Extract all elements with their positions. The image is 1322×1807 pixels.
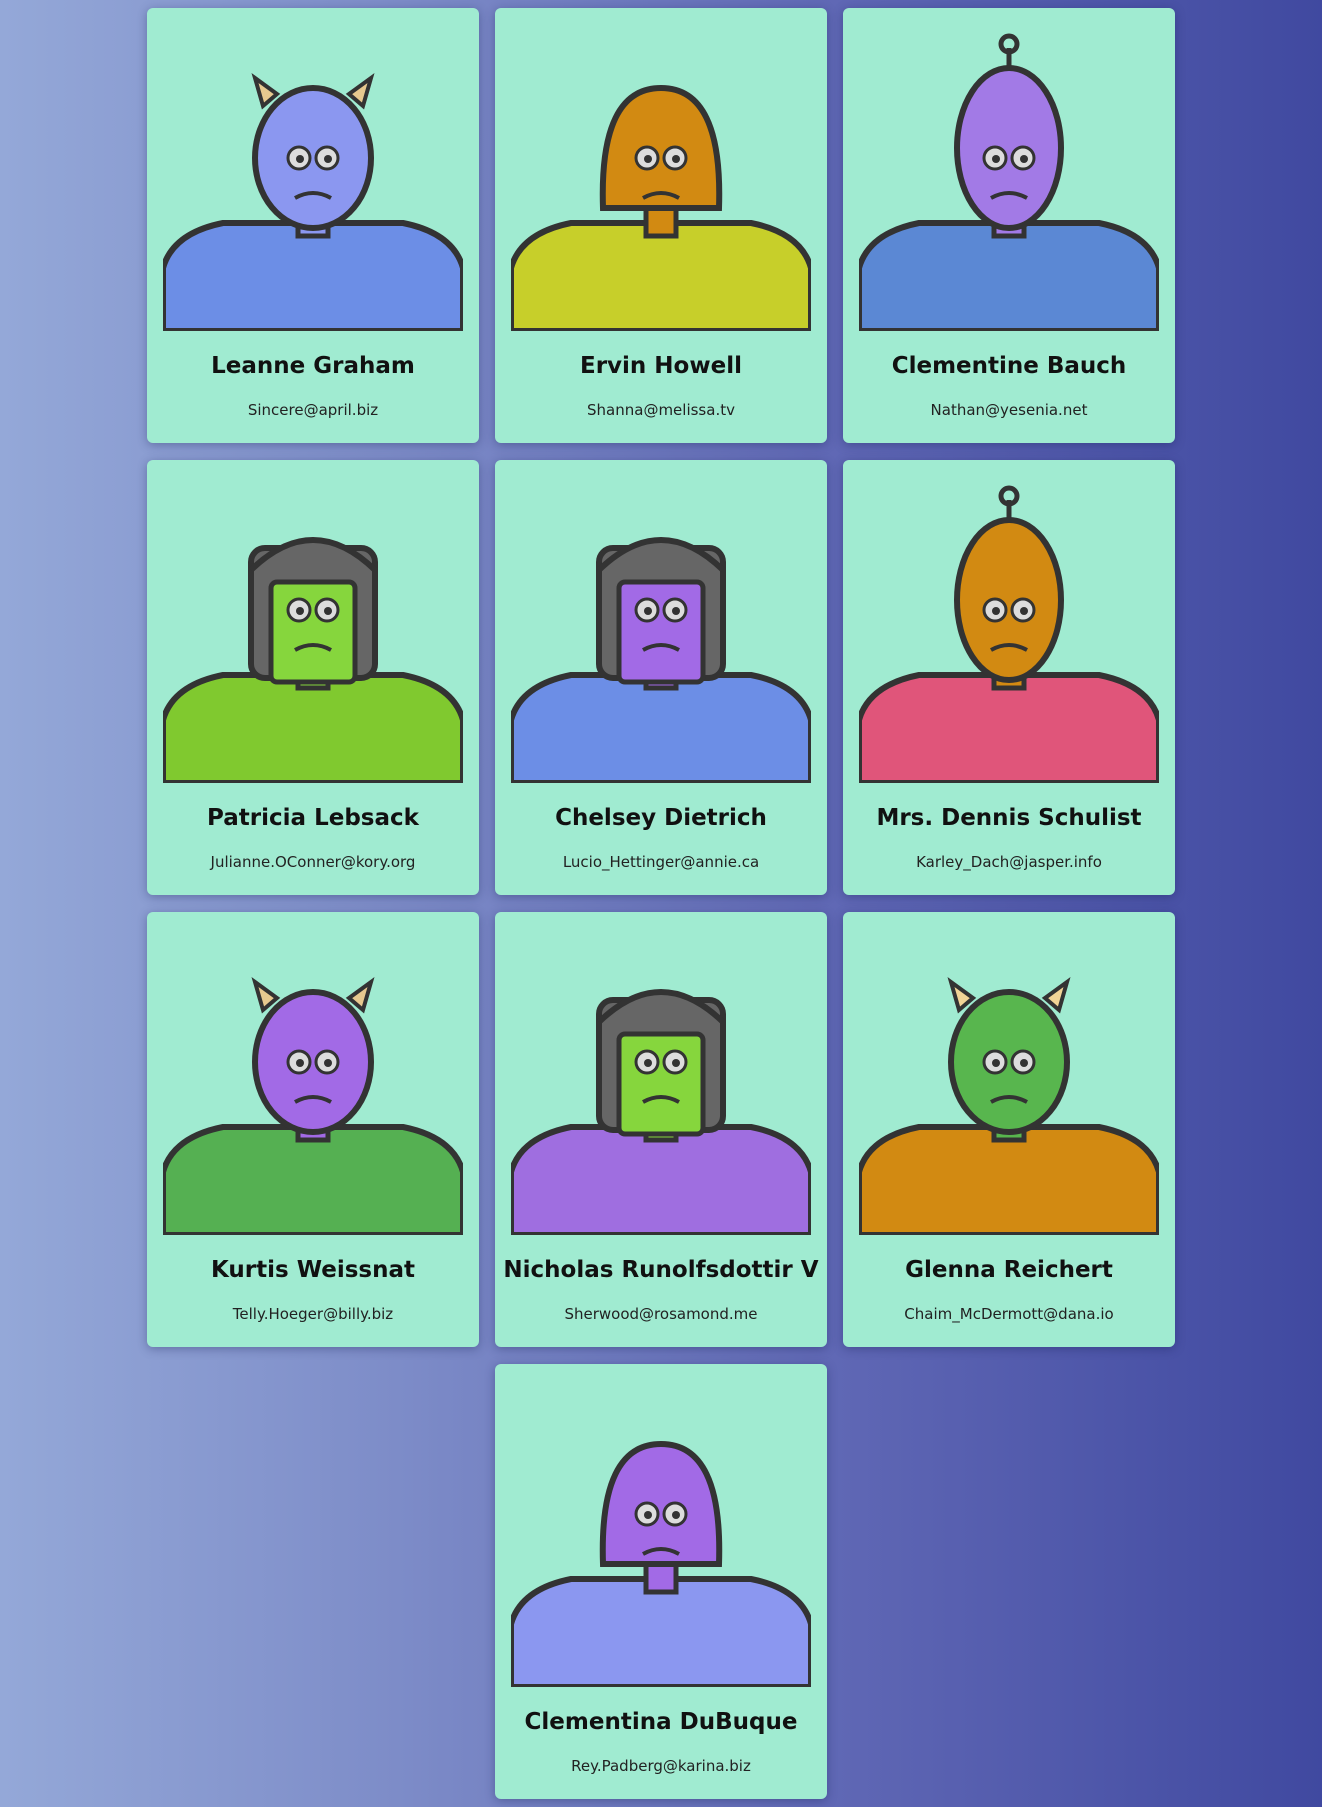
user-email: Sherwood@rosamond.me xyxy=(564,1305,758,1323)
user-email: Nathan@yesenia.net xyxy=(930,401,1088,419)
user-name: Patricia Lebsack xyxy=(207,805,419,831)
user-name: Kurtis Weissnat xyxy=(210,1257,415,1283)
robot-avatar-icon xyxy=(859,18,1159,331)
robot-avatar-icon xyxy=(163,470,463,783)
robot-avatar-icon xyxy=(859,470,1159,783)
user-card[interactable]: Glenna Reichert Chaim_McDermott@dana.io xyxy=(843,912,1175,1347)
user-card-grid: Leanne Graham Sincere@april.biz Ervin Ho… xyxy=(147,8,1175,1799)
user-card[interactable]: Mrs. Dennis Schulist Karley_Dach@jasper.… xyxy=(843,460,1175,895)
robot-avatar-icon xyxy=(511,922,811,1235)
user-name: Nicholas Runolfsdottir V xyxy=(503,1257,819,1283)
user-email: Shanna@melissa.tv xyxy=(587,401,735,419)
user-name: Ervin Howell xyxy=(580,353,742,379)
robot-avatar-icon xyxy=(859,922,1159,1235)
user-name: Chelsey Dietrich xyxy=(555,805,767,831)
user-email: Lucio_Hettinger@annie.ca xyxy=(562,853,760,871)
user-card[interactable]: Clementine Bauch Nathan@yesenia.net xyxy=(843,8,1175,443)
robot-avatar-icon xyxy=(511,470,811,783)
user-email: Rey.Padberg@karina.biz xyxy=(571,1757,751,1775)
robot-avatar-icon xyxy=(511,1374,811,1687)
user-email: Telly.Hoeger@billy.biz xyxy=(232,1305,394,1323)
user-email: Julianne.OConner@kory.org xyxy=(210,853,416,871)
user-card[interactable]: Clementina DuBuque Rey.Padberg@karina.bi… xyxy=(495,1364,827,1799)
robot-avatar-icon xyxy=(511,18,811,331)
user-name: Mrs. Dennis Schulist xyxy=(876,805,1142,831)
user-card[interactable]: Nicholas Runolfsdottir V Sherwood@rosamo… xyxy=(495,912,827,1347)
user-card[interactable]: Ervin Howell Shanna@melissa.tv xyxy=(495,8,827,443)
user-email: Karley_Dach@jasper.info xyxy=(916,853,1102,871)
user-name: Clementina DuBuque xyxy=(524,1709,798,1735)
user-card[interactable]: Chelsey Dietrich Lucio_Hettinger@annie.c… xyxy=(495,460,827,895)
robot-avatar-icon xyxy=(163,922,463,1235)
user-card[interactable]: Leanne Graham Sincere@april.biz xyxy=(147,8,479,443)
user-name: Leanne Graham xyxy=(211,353,415,379)
user-name: Clementine Bauch xyxy=(891,353,1127,379)
user-email: Chaim_McDermott@dana.io xyxy=(904,1305,1114,1323)
user-name: Glenna Reichert xyxy=(905,1257,1113,1283)
user-card[interactable]: Kurtis Weissnat Telly.Hoeger@billy.biz xyxy=(147,912,479,1347)
robot-avatar-icon xyxy=(163,18,463,331)
user-email: Sincere@april.biz xyxy=(247,401,379,419)
user-card[interactable]: Patricia Lebsack Julianne.OConner@kory.o… xyxy=(147,460,479,895)
